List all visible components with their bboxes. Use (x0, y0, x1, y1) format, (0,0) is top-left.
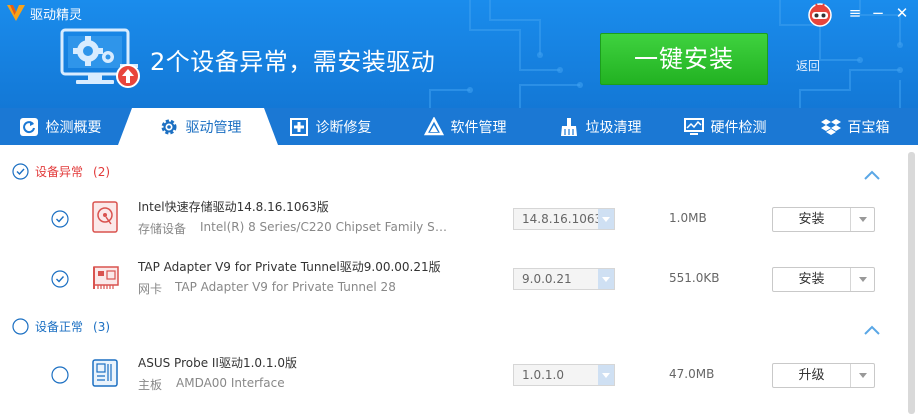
checked-circle-icon[interactable] (12, 163, 29, 180)
repair-icon (289, 117, 308, 136)
chevron-down-icon[interactable] (598, 269, 614, 289)
unchecked-circle-icon[interactable] (12, 318, 29, 335)
tab-label: 驱动管理 (185, 119, 242, 136)
action-dropdown-icon[interactable] (852, 208, 874, 231)
driver-size: 1.0MB (669, 211, 707, 225)
collapse-chevron-up-icon[interactable] (863, 169, 881, 181)
tab-hardware-detection[interactable]: 硬件检测 (665, 108, 785, 145)
install-button[interactable]: 安装 (773, 208, 851, 231)
version-value: 14.8.16.1063 (522, 212, 603, 226)
driver-row: Intel快速存储驱动14.8.16.1063版 存储设备 Intel(R) 8… (0, 191, 900, 251)
action-dropdown-icon[interactable] (852, 364, 874, 387)
tab-junk-cleanup[interactable]: 垃圾清理 (535, 108, 665, 145)
gear-icon (161, 119, 176, 134)
group-header-normal[interactable]: 设备正常 (3) (12, 318, 110, 335)
status-headline: 2个设备异常，需安装驱动 (150, 48, 436, 76)
storage-icon (92, 201, 118, 233)
driver-row: TAP Adapter V9 for Private Tunnel驱动9.00.… (0, 251, 900, 311)
tab-toolbox[interactable]: 百宝箱 (800, 108, 910, 145)
group-label: 设备正常 (35, 320, 84, 334)
device-type: 主板 (138, 378, 163, 392)
one-click-install-button[interactable]: 一键安装 (600, 33, 768, 85)
version-select[interactable]: 1.0.1.0 (513, 364, 615, 386)
group-count: (2) (93, 164, 111, 179)
tab-label: 检测概要 (45, 119, 102, 136)
group-count: (3) (93, 319, 111, 334)
device-description: TAP Adapter V9 for Private Tunnel 28 (175, 280, 396, 294)
chevron-down-icon[interactable] (598, 209, 614, 229)
driver-row: ASUS Probe II驱动1.0.1.0版 主板 AMDA00 Interf… (0, 347, 900, 407)
driver-name: TAP Adapter V9 for Private Tunnel驱动9.00.… (138, 260, 441, 274)
group-label: 设备异常 (35, 165, 84, 179)
checked-circle-icon[interactable] (51, 270, 69, 288)
driver-name: Intel快速存储驱动14.8.16.1063版 (138, 200, 329, 214)
unchecked-circle-icon[interactable] (51, 366, 69, 384)
motherboard-icon (92, 359, 118, 387)
driver-size: 47.0MB (669, 367, 715, 381)
scrollbar[interactable] (908, 152, 915, 414)
tab-label: 垃圾清理 (585, 119, 642, 136)
version-select[interactable]: 9.0.0.21 (513, 268, 615, 290)
network-card-icon (93, 266, 119, 289)
app-logo-icon (7, 5, 25, 21)
version-select[interactable]: 14.8.16.1063 (513, 208, 615, 230)
refresh-icon (19, 117, 38, 136)
tab-detection-overview[interactable]: 检测概要 (0, 108, 120, 145)
device-description: AMDA00 Interface (176, 376, 285, 390)
driver-genius-window: 驱动精灵 2个设备异常，需安装驱动 一键安装 返回 ≡ − ✕ 检测概要 驱动管… (0, 0, 918, 420)
dropbox-icon (820, 118, 841, 135)
tab-driver-management[interactable]: 驱动管理 (130, 108, 270, 145)
close-button[interactable]: ✕ (891, 2, 913, 24)
header-banner: 驱动精灵 2个设备异常，需安装驱动 一键安装 返回 ≡ − ✕ (0, 0, 918, 108)
checked-circle-icon[interactable] (51, 210, 69, 228)
upgrade-button[interactable]: 升级 (773, 364, 851, 387)
software-icon (423, 116, 444, 135)
version-value: 1.0.1.0 (522, 368, 564, 382)
tab-label: 硬件检测 (710, 119, 767, 136)
driver-size: 551.0KB (669, 271, 720, 285)
install-button[interactable]: 安装 (773, 268, 851, 291)
device-type: 存储设备 (138, 222, 187, 236)
action-dropdown-icon[interactable] (852, 268, 874, 291)
chevron-down-icon[interactable] (598, 365, 614, 385)
monitor-icon (683, 117, 704, 135)
menu-button[interactable]: ≡ (844, 2, 866, 24)
install-split-button[interactable]: 安装 (772, 207, 875, 232)
version-value: 9.0.0.21 (522, 272, 572, 286)
tab-diagnose-repair[interactable]: 诊断修复 (270, 108, 390, 145)
broom-icon (560, 117, 577, 136)
back-link[interactable]: 返回 (796, 57, 820, 74)
tab-label: 软件管理 (450, 119, 507, 136)
install-split-button[interactable]: 安装 (772, 267, 875, 292)
computer-gear-icon (60, 28, 140, 88)
tab-software-management[interactable]: 软件管理 (400, 108, 530, 145)
device-type: 网卡 (138, 282, 163, 296)
collapse-chevron-up-icon[interactable] (863, 324, 881, 336)
driver-list: 设备异常 (2) Intel快速存储驱动14.8.16.1063版 存储设备 I… (0, 145, 918, 420)
mascot-icon[interactable] (807, 1, 833, 27)
group-header-abnormal[interactable]: 设备异常 (2) (12, 163, 110, 180)
app-title: 驱动精灵 (30, 8, 83, 23)
upgrade-split-button[interactable]: 升级 (772, 363, 875, 388)
driver-name: ASUS Probe II驱动1.0.1.0版 (138, 356, 297, 370)
minimize-button[interactable]: − (867, 2, 889, 24)
device-description: Intel(R) 8 Series/C220 Chipset Family SA… (200, 220, 450, 234)
tab-label: 百宝箱 (847, 119, 890, 136)
tab-label: 诊断修复 (315, 119, 372, 136)
